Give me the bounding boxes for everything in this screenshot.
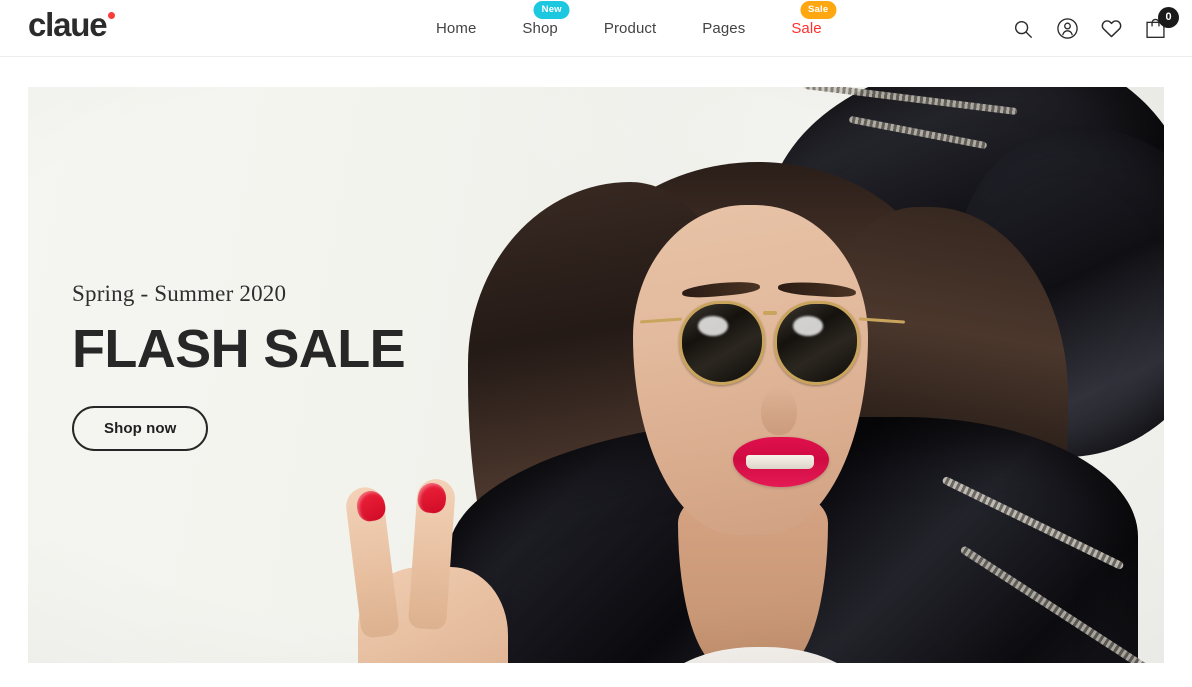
- hero-subtitle: Spring - Summer 2020: [72, 281, 287, 306]
- main-navigation: Home New Shop Product Pages Sale Sale: [413, 0, 845, 57]
- search-button[interactable]: [1010, 16, 1036, 42]
- nav-label: Pages: [702, 20, 746, 37]
- hero-section-wrapper: Spring - Summer 2020 FLASH SALE Shop now: [0, 57, 1192, 663]
- wishlist-button[interactable]: [1098, 16, 1124, 42]
- cart-count-badge: 0: [1158, 6, 1179, 28]
- nav-item-sale[interactable]: Sale Sale: [768, 0, 844, 57]
- nav-label: Sale: [791, 20, 822, 37]
- logo-text: claue: [28, 6, 108, 43]
- nav-badge-new: New: [533, 1, 570, 19]
- nose-shape: [761, 387, 797, 435]
- lens-highlight: [698, 316, 728, 336]
- nav-label: Shop: [522, 20, 558, 37]
- cart-button[interactable]: 0: [1142, 6, 1179, 42]
- account-icon: [1056, 18, 1078, 39]
- header-tools: 0: [1010, 0, 1179, 57]
- sunglasses-bridge: [763, 311, 777, 315]
- nav-label: Home: [436, 20, 477, 37]
- hero-title: FLASH SALE: [72, 319, 406, 379]
- site-logo[interactable]: claue: [28, 6, 116, 43]
- account-button[interactable]: [1054, 16, 1080, 42]
- hero-copy: Spring - Summer 2020 FLASH SALE Shop now: [72, 281, 406, 451]
- shop-now-button[interactable]: Shop now: [72, 405, 209, 451]
- sunglasses-lens-left: [679, 301, 765, 385]
- site-header: claue Home New Shop Product Pages Sale S…: [0, 0, 1192, 57]
- sunglasses-lens-right: [774, 301, 860, 385]
- logo-dot-icon: [108, 12, 116, 19]
- hero-banner[interactable]: Spring - Summer 2020 FLASH SALE Shop now: [28, 87, 1164, 663]
- teeth-shape: [746, 455, 814, 469]
- heart-icon: [1101, 20, 1121, 38]
- nav-item-shop[interactable]: New Shop: [499, 0, 580, 57]
- nav-item-home[interactable]: Home: [413, 0, 499, 57]
- search-icon: [1014, 20, 1032, 38]
- lens-highlight: [793, 316, 823, 336]
- nav-label: Product: [603, 20, 657, 37]
- nav-item-product[interactable]: Product: [581, 0, 679, 57]
- nav-item-pages[interactable]: Pages: [679, 0, 768, 57]
- nav-badge-sale: Sale: [799, 1, 837, 19]
